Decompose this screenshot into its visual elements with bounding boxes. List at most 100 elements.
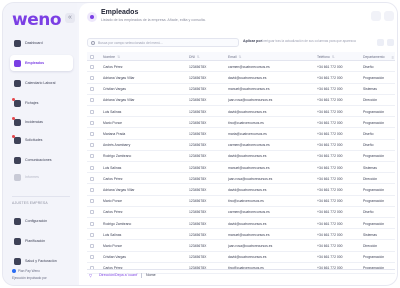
table-row[interactable]: Luis Salinas 12345678X manuel@cuatrorecurs… bbox=[87, 162, 395, 174]
cell-dni: 12345678X bbox=[189, 143, 207, 148]
cell-email: carmen@cuatrorecursos.es bbox=[228, 143, 270, 148]
table-row[interactable]: Luis Salinas 12345678X manuel@cuatrorecurs… bbox=[87, 229, 395, 241]
row-checkbox[interactable] bbox=[90, 64, 94, 69]
cell-email: david@cuatrorecursos.es bbox=[228, 255, 267, 260]
row-checkbox[interactable] bbox=[90, 165, 94, 170]
cell-email: david@cuatrorecursos.es bbox=[228, 221, 267, 226]
row-checkbox[interactable] bbox=[90, 221, 94, 226]
row-checkbox[interactable] bbox=[90, 109, 94, 114]
row-checkbox[interactable] bbox=[90, 176, 94, 181]
table-row[interactable]: Carlos Pérez 12345678X carmen@cuatrorecurs… bbox=[87, 61, 395, 73]
row-checkbox[interactable] bbox=[90, 87, 94, 92]
apply-hint: Averiguar tras la actualización de sus c… bbox=[261, 39, 356, 43]
row-checkbox[interactable] bbox=[90, 98, 94, 103]
cell-dni: 12345678X bbox=[189, 176, 207, 181]
columns-icon[interactable] bbox=[377, 39, 384, 46]
filter-value[interactable]: Nome bbox=[146, 273, 156, 277]
row-checkbox[interactable] bbox=[90, 120, 94, 125]
cell-phone: +34 661 772 000 bbox=[317, 98, 343, 103]
sidebar-item-label: Planificación bbox=[25, 239, 46, 243]
row-checkbox[interactable] bbox=[90, 143, 94, 148]
sidebar-item-label: Solicitudes bbox=[25, 138, 43, 142]
sidebar-item-label: Salud y Facturación bbox=[25, 259, 57, 263]
toolbar: Busca por campo seleccionado del menú...… bbox=[87, 38, 395, 48]
cell-name: Luis Salinas bbox=[103, 232, 122, 237]
cell-phone: +34 661 772 000 bbox=[317, 109, 343, 114]
cell-email: david@cuatrorecursos.es bbox=[228, 109, 267, 114]
table-row[interactable]: Adriana Vargas Villar 12345678X david@cuat… bbox=[87, 72, 395, 84]
cell-dni: 12345678X bbox=[189, 199, 207, 204]
sidebar-item-dashboard[interactable]: Dashboard bbox=[10, 35, 73, 51]
cell-name: Mario Ponce bbox=[103, 199, 123, 204]
col-header-dni[interactable]: DNI ⇅ bbox=[189, 55, 223, 59]
table-row[interactable]: Mario Ponce 12345678X tino@cuatrorecursos.… bbox=[87, 117, 395, 129]
cell-phone: +34 661 772 000 bbox=[317, 244, 343, 249]
row-checkbox[interactable] bbox=[90, 210, 94, 215]
row-checkbox[interactable] bbox=[90, 232, 94, 237]
dashboard-icon bbox=[14, 39, 21, 47]
gear-icon bbox=[14, 217, 21, 225]
table-row[interactable]: Rodrigo Zambrano 12345678X david@cuatrorec… bbox=[87, 151, 395, 162]
table-row[interactable]: Cristian Vargas 12345678X manuel@cuatrorec… bbox=[87, 84, 395, 95]
cell-email: david@cuatrorecursos.es bbox=[228, 154, 267, 159]
brand-logo[interactable]: weno bbox=[12, 10, 62, 30]
select-all-checkbox[interactable] bbox=[90, 54, 94, 59]
collapse-sidebar-icon[interactable]: « bbox=[65, 13, 75, 23]
row-checkbox[interactable] bbox=[90, 154, 94, 159]
row-checkbox[interactable] bbox=[90, 243, 94, 248]
table-row[interactable]: Carlos Pérez 12345678X carmen@cuatrorecurs… bbox=[87, 207, 395, 218]
cell-phone: +34 661 772 000 bbox=[317, 132, 343, 137]
cell-phone: +34 661 772 000 bbox=[317, 120, 343, 125]
sidebar-item-facturacion[interactable]: Salud y Facturación bbox=[10, 253, 73, 269]
col-header-department[interactable]: Departamento bbox=[363, 55, 391, 59]
cell-dni: 12345678X bbox=[189, 98, 207, 103]
sidebar-item-fichajes[interactable]: Fichajes bbox=[10, 95, 73, 111]
apply-filter-button[interactable]: Aplicar por bbox=[243, 39, 262, 43]
plan-link[interactable]: Plan Pay Weno bbox=[12, 269, 40, 274]
table-row[interactable]: Luis Salinas 12345678X david@cuatrorecurso… bbox=[87, 106, 395, 118]
sidebar: weno « Dashboard Empleados Calendario La… bbox=[3, 3, 77, 285]
row-checkbox[interactable] bbox=[90, 131, 94, 136]
row-checkbox[interactable] bbox=[90, 199, 94, 204]
cell-name: Adriana Vargas Villar bbox=[103, 76, 135, 81]
row-checkbox[interactable] bbox=[90, 187, 94, 192]
sidebar-item-planificacion[interactable]: Planificación bbox=[10, 233, 73, 249]
cell-email: tino@cuatrorecursos.es bbox=[228, 199, 264, 204]
settings-icon[interactable] bbox=[371, 11, 381, 21]
sidebar-item-solicitudes[interactable]: Solicitudes bbox=[10, 132, 73, 148]
table-row[interactable]: Andrés Arambarry 12345678X carmen@cuatrore… bbox=[87, 140, 395, 151]
cell-phone: +34 661 772 000 bbox=[317, 232, 343, 237]
table-header-row: Nombre ⇅ DNI ⇅ Email ⇅ Teléfono ⇅ Departamen… bbox=[87, 52, 395, 62]
sidebar-item-comunicaciones[interactable]: Comunicaciones bbox=[10, 152, 73, 168]
more-icon[interactable] bbox=[384, 11, 394, 21]
sidebar-item-label: Incidencias bbox=[25, 120, 43, 124]
col-header-name[interactable]: Nombre ⇅ bbox=[103, 55, 169, 59]
table-row[interactable]: Mario Ponce 12345678X tino@cuatrorecursos.… bbox=[87, 196, 395, 207]
col-header-email[interactable]: Email ⇅ bbox=[228, 55, 314, 59]
col-header-phone[interactable]: Teléfono ⇅ bbox=[317, 55, 361, 59]
cell-dni: 12345678X bbox=[189, 132, 207, 137]
sidebar-item-incidencias[interactable]: Incidencias bbox=[10, 114, 73, 130]
active-filter[interactable]: Dirección/Depa a 'cuant' bbox=[99, 273, 138, 277]
sidebar-item-empleados[interactable]: Empleados bbox=[10, 55, 73, 71]
row-checkbox[interactable] bbox=[90, 255, 94, 260]
row-checkbox[interactable] bbox=[90, 75, 94, 80]
table-row[interactable]: Rodrigo Zambrano 12345678X david@cuatrorec… bbox=[87, 218, 395, 230]
column-menu-icon[interactable]: ≡ bbox=[392, 55, 394, 60]
section-title: AJUSTES EMPRESA bbox=[12, 201, 48, 205]
table-row[interactable]: Adriana Vargas Villar 12345678X juan.rosa@… bbox=[87, 95, 395, 106]
search-input[interactable]: Busca por campo seleccionado del menú... bbox=[87, 38, 239, 47]
download-icon[interactable] bbox=[387, 39, 394, 46]
cell-phone: +34 661 772 000 bbox=[317, 64, 343, 69]
cell-name: Adriana Vargas Villar bbox=[103, 98, 135, 103]
table-row[interactable]: Cristian Vargas 12345678X david@cuatrorecu… bbox=[87, 252, 395, 263]
table-row[interactable]: Mariana Prada 12345678X maria@cuatrorecurs… bbox=[87, 128, 395, 140]
filter-icon[interactable]: ▽ bbox=[89, 273, 92, 278]
table-row[interactable]: Mario Ponce 12345678X juan.rosa@cuatrorecu… bbox=[87, 240, 395, 252]
cell-email: manuel@cuatrorecursos.es bbox=[228, 165, 270, 170]
sidebar-item-configuracion[interactable]: Configuración bbox=[10, 213, 73, 229]
table-row[interactable]: Adriana Vargas Villar 12345678X david@cuat… bbox=[87, 184, 395, 196]
sidebar-item-calendario[interactable]: Calendario Laboral bbox=[10, 75, 73, 91]
cell-phone: +34 661 772 000 bbox=[317, 188, 343, 193]
table-row[interactable]: Carlos Pérez 12345678X juan.rosa@cuatrorec… bbox=[87, 173, 395, 185]
